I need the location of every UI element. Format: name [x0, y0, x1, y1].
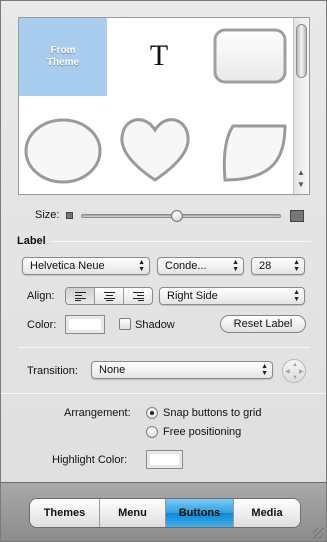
popup-arrows-icon: ▲ ▼: [261, 363, 268, 377]
size-label: Size:: [35, 209, 60, 221]
align-right-button[interactable]: [124, 288, 152, 304]
shape-from-theme[interactable]: From Theme: [19, 18, 107, 96]
size-small-icon: [66, 212, 73, 219]
size-large-icon: [290, 210, 304, 222]
reset-label-button[interactable]: Reset Label: [220, 315, 306, 333]
transition-direction-control[interactable]: ▲ ▼ ◀ ▶: [282, 359, 306, 383]
popup-arrows-icon: ▲ ▼: [293, 259, 300, 273]
shape-oval[interactable]: [21, 114, 105, 188]
snap-to-grid-label: Snap buttons to grid: [163, 407, 262, 419]
label-color-well[interactable]: [65, 315, 105, 334]
font-family-value: Helvetica Neue: [30, 260, 105, 272]
tab-media[interactable]: Media: [234, 499, 300, 527]
popup-arrows-icon: ▲ ▼: [293, 289, 300, 303]
align-center-icon: [103, 291, 115, 301]
direction-right-icon[interactable]: ▶: [299, 368, 304, 375]
divider: [1, 393, 326, 394]
tab-themes[interactable]: Themes: [30, 499, 100, 527]
shape-text-only[interactable]: T: [129, 36, 189, 76]
label-section-divider: [51, 241, 311, 242]
align-right-icon: [132, 291, 144, 301]
shape-leaf[interactable]: [215, 116, 291, 190]
shape-rounded-rectangle[interactable]: [209, 24, 291, 88]
align-label: Align:: [27, 290, 55, 302]
arrangement-label: Arrangement:: [64, 407, 131, 419]
resize-grip-icon[interactable]: [313, 528, 324, 539]
buttons-inspector-panel: From Theme T ▲ ▼ Size: Label Helvetica N…: [0, 0, 327, 542]
transition-label: Transition:: [27, 365, 78, 377]
font-family-popup[interactable]: Helvetica Neue ▲ ▼: [22, 257, 150, 275]
direction-down-icon[interactable]: ▼: [292, 375, 298, 381]
label-section-title: Label: [17, 235, 46, 247]
transition-value: None: [99, 364, 126, 376]
label-position-value: Right Side: [167, 290, 218, 302]
popup-arrows-icon: ▲ ▼: [232, 259, 239, 273]
scroll-down-arrow-icon[interactable]: ▼: [297, 180, 305, 189]
gallery-scrollbar[interactable]: ▲ ▼: [293, 18, 309, 194]
size-slider-knob[interactable]: [171, 210, 183, 222]
shadow-label: Shadow: [135, 319, 175, 331]
tab-buttons[interactable]: Buttons: [166, 499, 234, 527]
shape-heart[interactable]: [115, 108, 195, 188]
direction-up-icon[interactable]: ▲: [292, 362, 298, 368]
align-segmented-control[interactable]: [65, 287, 153, 305]
snap-to-grid-radio[interactable]: [146, 407, 158, 419]
font-size-value: 28: [259, 260, 272, 272]
label-position-popup[interactable]: Right Side ▲ ▼: [159, 287, 305, 305]
shadow-checkbox[interactable]: [119, 318, 131, 330]
highlight-color-well[interactable]: [146, 450, 183, 469]
divider: [18, 347, 310, 348]
color-label: Color:: [27, 319, 57, 331]
scroll-up-arrow-icon[interactable]: ▲: [297, 168, 305, 177]
direction-left-icon[interactable]: ◀: [285, 368, 290, 375]
align-center-button[interactable]: [95, 288, 124, 304]
inspector-tab-bar: Themes Menu Buttons Media: [1, 482, 326, 541]
align-left-icon: [74, 291, 86, 301]
transition-popup[interactable]: None ▲ ▼: [91, 361, 273, 379]
scroll-thumb[interactable]: [296, 24, 307, 78]
inspector-tabs: Themes Menu Buttons Media: [29, 498, 301, 528]
align-left-button[interactable]: [66, 288, 95, 304]
popup-arrows-icon: ▲ ▼: [138, 259, 145, 273]
font-size-popup[interactable]: 28 ▲ ▼: [251, 257, 305, 275]
highlight-color-label: Highlight Color:: [52, 454, 128, 466]
font-style-value: Conde...: [165, 260, 207, 272]
tab-menu[interactable]: Menu: [100, 499, 166, 527]
button-shape-gallery: From Theme T ▲ ▼: [18, 17, 310, 195]
font-style-popup[interactable]: Conde... ▲ ▼: [157, 257, 244, 275]
free-positioning-label: Free positioning: [163, 426, 242, 438]
free-positioning-radio[interactable]: [146, 426, 158, 438]
